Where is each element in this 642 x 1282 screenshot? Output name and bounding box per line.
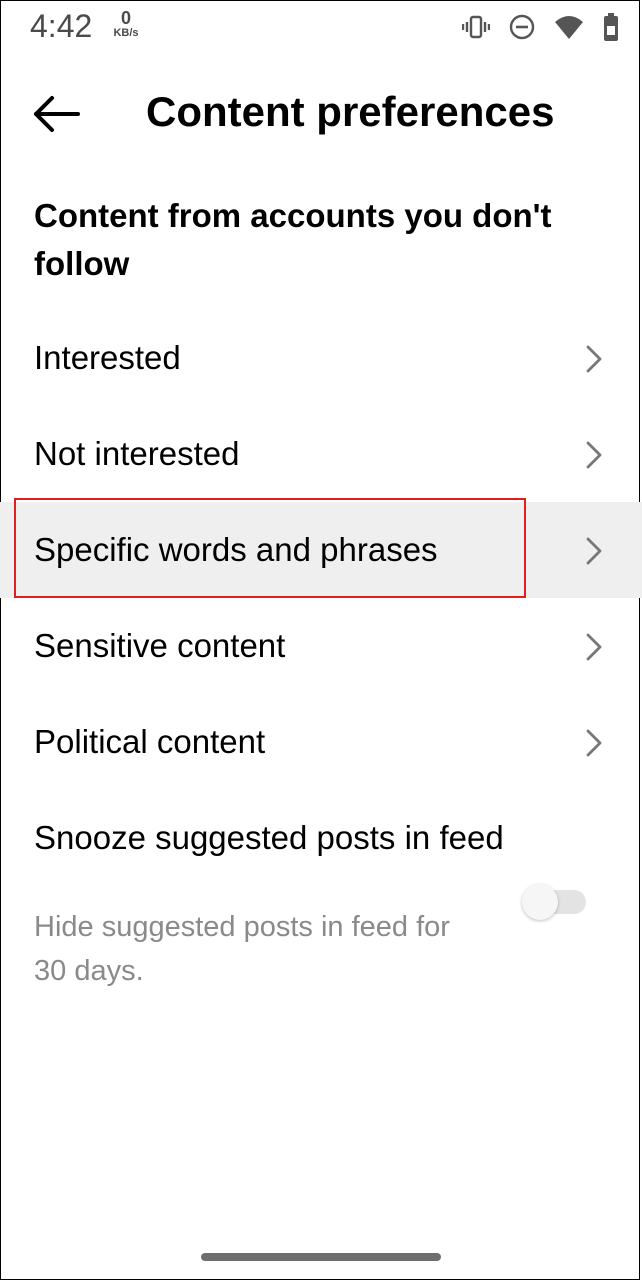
chevron-right-icon [586, 729, 602, 757]
chevron-right-icon [586, 441, 602, 469]
toggle-knob [522, 884, 558, 920]
menu-item-label: Sensitive content [34, 627, 286, 664]
battery-icon [602, 12, 620, 42]
network-speed-value: 0 [120, 8, 131, 28]
chevron-right-icon [586, 345, 602, 373]
wifi-icon [554, 14, 584, 40]
menu-item-label: Interested [34, 339, 181, 376]
menu-item-political-content[interactable]: Political content [0, 694, 642, 790]
vibrate-icon [462, 13, 490, 41]
snooze-title: Snooze suggested posts in feed [34, 819, 504, 856]
back-button[interactable] [28, 92, 84, 136]
snooze-toggle[interactable] [522, 884, 588, 920]
status-bar: 4:42 0 KB/s [0, 0, 642, 56]
menu-item-interested[interactable]: Interested [0, 310, 642, 406]
network-speed-unit: KB/s [113, 27, 139, 39]
status-icons [462, 12, 620, 42]
menu-item-specific-words[interactable]: Specific words and phrases [0, 502, 642, 598]
arrow-left-icon [34, 96, 80, 132]
chevron-right-icon [586, 537, 602, 565]
menu-item-label: Not interested [34, 435, 240, 472]
menu-item-label: Specific words and phrases [34, 531, 438, 568]
menu-item-not-interested[interactable]: Not interested [0, 406, 642, 502]
chevron-right-icon [586, 633, 602, 661]
menu-item-label: Political content [34, 723, 266, 760]
status-time: 4:42 [30, 8, 93, 44]
snooze-description: Hide suggested posts in feed for 30 days… [34, 911, 450, 987]
do-not-disturb-icon [508, 13, 536, 41]
page-title: Content preferences [146, 88, 555, 135]
home-indicator[interactable] [201, 1253, 441, 1261]
menu-item-sensitive-content[interactable]: Sensitive content [0, 598, 642, 694]
app-bar: Content preferences [0, 72, 642, 156]
section-heading: Content from accounts you don't follow [34, 197, 552, 282]
network-speed: 0 KB/s [106, 9, 146, 39]
